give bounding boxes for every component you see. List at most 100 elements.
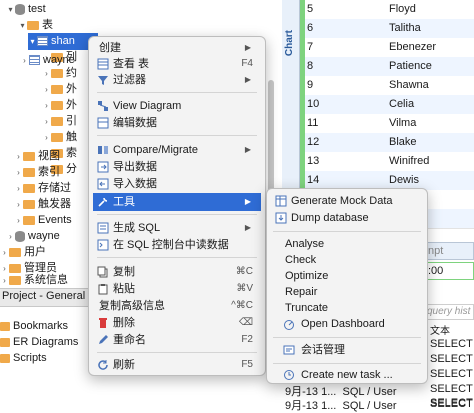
tree-node-foreign[interactable]: › 外 <box>42 81 77 98</box>
menu-item-rename[interactable]: 重命名 F2 <box>93 331 261 349</box>
menu-item-edit-data[interactable]: 编辑数据 <box>93 114 261 132</box>
tree-node-references[interactable]: › 引 <box>42 113 77 130</box>
menu-item-paste[interactable]: 粘贴 ⌘V <box>93 280 261 298</box>
collapse-arrow-icon[interactable]: ▾ <box>28 33 37 50</box>
tree-node-sysinfo[interactable]: › 系统信息 <box>0 272 68 289</box>
menu-item-copy[interactable]: 复制 ⌘C <box>93 263 261 281</box>
filter-icon <box>98 76 108 85</box>
table-row[interactable]: 11 Vilma <box>305 114 474 134</box>
folder-icon <box>51 100 63 110</box>
menu-item-read-in-console[interactable]: 在 SQL 控制台中读数据 <box>93 236 261 254</box>
dashboard-icon <box>284 320 294 330</box>
tree-node-users[interactable]: › 用户 <box>0 244 46 261</box>
collapse-arrow-icon[interactable]: ▾ <box>6 1 15 18</box>
tree-node-procedures[interactable]: › 存储过 <box>14 180 71 197</box>
tree-node-foreign-2[interactable]: › 外 <box>42 97 77 114</box>
table-row[interactable]: 10 Celia <box>305 95 474 115</box>
menu-item-import-data[interactable]: 导入数据 <box>93 175 261 193</box>
menu-item-tools[interactable]: 工具 ▶ <box>93 193 261 211</box>
chevron-right-icon: ▶ <box>244 145 251 154</box>
database-icon <box>15 3 25 15</box>
tree-node-wayne-db[interactable]: › wayne <box>6 228 60 245</box>
console-icon <box>97 239 109 251</box>
project-item-er-diagrams[interactable]: ER Diagrams <box>0 334 78 350</box>
folder-icon <box>23 167 35 177</box>
menu-item-generate-sql[interactable]: 生成 SQL ▶ <box>93 219 261 237</box>
select-cell: SELECT <box>430 397 473 409</box>
folder-icon <box>9 247 21 257</box>
table-row[interactable]: 9 Shawna <box>305 76 474 96</box>
collapse-arrow-icon[interactable]: ▾ <box>18 17 27 34</box>
table-row[interactable]: 8 Patience <box>305 57 474 77</box>
menu-separator <box>97 135 257 136</box>
context-menu: 创建 ▶ 查看 表 F4 过滤器 ▶ View Diagram 编辑数据 Compar… <box>88 36 266 376</box>
mock-data-icon <box>275 195 287 207</box>
menu-item-view-diagram[interactable]: View Diagram <box>93 97 261 115</box>
menu-item-export-data[interactable]: 导出数据 <box>93 158 261 176</box>
project-item-bookmarks[interactable]: Bookmarks <box>0 318 68 334</box>
row-number-cell: 12 <box>307 136 320 148</box>
table-icon <box>97 58 109 70</box>
tree-node-views[interactable]: › 视图 <box>14 148 60 165</box>
import-icon <box>97 178 109 190</box>
dump-icon <box>275 212 287 224</box>
tree-node-triggers[interactable]: › 触 <box>42 129 77 146</box>
submenu-item-open-dashboard[interactable]: Open Dashboard <box>271 315 423 333</box>
folder-icon <box>51 84 63 94</box>
folder-icon <box>0 321 10 331</box>
tree-node-trigger-folder[interactable]: › 触发器 <box>14 196 71 213</box>
prompt-field[interactable]: npt <box>424 242 474 260</box>
tree-node-index[interactable]: › 索引 <box>14 164 60 181</box>
menu-separator <box>97 257 257 258</box>
copy-icon <box>97 266 108 278</box>
select-cell: SELECT <box>430 383 473 395</box>
row-number-cell: 8 <box>307 60 314 72</box>
tree-node-wayne-table[interactable]: › wayne <box>20 52 75 69</box>
menu-item-refresh[interactable]: 刷新 F5 <box>93 356 261 374</box>
history-search-input[interactable]: query hist <box>424 304 474 320</box>
table-row[interactable]: 6 Talitha <box>305 19 474 39</box>
name-cell: Ebenezer <box>389 41 437 53</box>
row-number-cell: 6 <box>307 22 314 34</box>
table-icon <box>37 36 48 47</box>
tree-scrollbar[interactable] <box>268 80 274 200</box>
time-field[interactable]: :00 <box>424 262 474 280</box>
column-header-text: 文本 <box>430 326 450 337</box>
sql-icon <box>97 222 109 234</box>
menu-item-copy-advanced[interactable]: 复制高级信息 ^⌘C <box>93 297 261 315</box>
tools-submenu: Generate Mock Data Dump database Analyse… <box>266 188 428 384</box>
edit-data-icon <box>97 117 109 129</box>
project-item-scripts[interactable]: Scripts <box>0 350 47 366</box>
refresh-icon <box>98 360 108 370</box>
menu-separator <box>97 92 257 93</box>
menu-separator <box>273 337 421 338</box>
submenu-item-create-task[interactable]: Create new task ... <box>271 366 423 384</box>
submenu-item-dump-database[interactable]: Dump database <box>271 209 423 227</box>
submenu-item-generate-mock-data[interactable]: Generate Mock Data <box>271 192 423 210</box>
name-cell: Floyd <box>389 3 416 15</box>
tree-node-test[interactable]: ▾ test <box>6 1 45 18</box>
folder-icon <box>51 116 63 126</box>
menu-item-filter[interactable]: 过滤器 ▶ <box>93 71 261 89</box>
name-cell: Vilma <box>389 117 417 129</box>
select-cell: SELECT <box>430 368 473 380</box>
submenu-item-session-manager[interactable]: 会话管理 <box>271 341 423 359</box>
task-clock-icon <box>284 370 294 380</box>
chevron-right-icon: ▶ <box>244 223 251 232</box>
table-row[interactable]: 7 Ebenezer <box>305 38 474 58</box>
table-row[interactable]: 12 Blake <box>305 133 474 153</box>
table-row[interactable]: 13 Winifred <box>305 152 474 172</box>
menu-item-delete[interactable]: 删除 ⌫ <box>93 314 261 332</box>
table-row[interactable]: 5 Floyd <box>305 0 474 20</box>
menu-separator <box>97 352 257 353</box>
menu-separator <box>273 363 421 364</box>
folder-icon <box>23 199 35 209</box>
delete-icon <box>99 318 107 328</box>
diagram-icon <box>98 101 108 111</box>
name-cell: Shawna <box>389 79 429 91</box>
tree-node-events[interactable]: › Events <box>14 212 71 229</box>
export-icon <box>97 161 109 173</box>
menu-item-compare-migrate[interactable]: Compare/Migrate ▶ <box>93 141 261 159</box>
folder-icon <box>23 215 35 225</box>
tree-node-tables[interactable]: ▾ 表 <box>18 17 53 34</box>
